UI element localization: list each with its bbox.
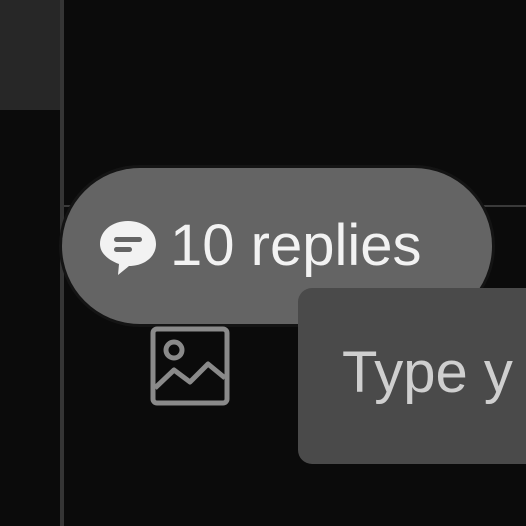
- replies-count-label: 10 replies: [170, 213, 422, 278]
- attach-image-button[interactable]: [150, 326, 230, 406]
- message-input[interactable]: Type y: [298, 288, 526, 464]
- chat-window: 10 replies Type y: [0, 0, 526, 526]
- message-input-placeholder: Type y: [342, 340, 513, 405]
- sidebar-item[interactable]: [0, 0, 60, 110]
- chat-bubble-icon: [98, 216, 158, 276]
- image-icon: [150, 326, 230, 406]
